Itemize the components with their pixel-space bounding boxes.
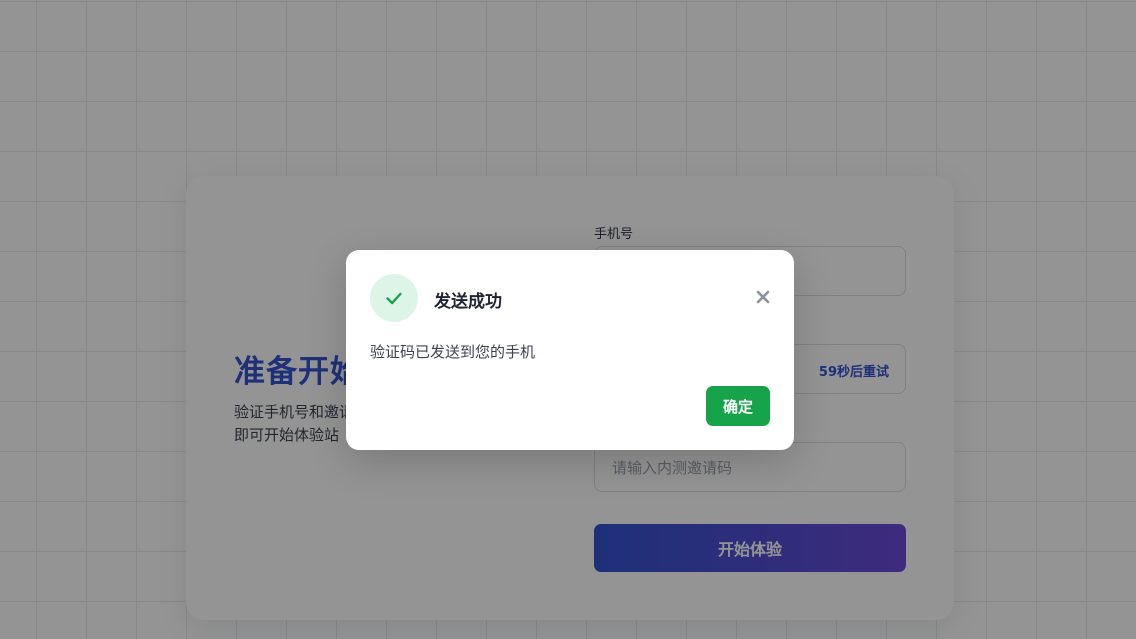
success-status-badge: [370, 274, 418, 322]
checkmark-icon: [386, 292, 402, 305]
close-icon: [756, 290, 770, 304]
dialog-message: 验证码已发送到您的手机: [370, 343, 536, 361]
confirm-button[interactable]: 确定: [706, 386, 770, 426]
success-dialog: 发送成功 验证码已发送到您的手机 确定: [346, 250, 794, 450]
dialog-title: 发送成功: [434, 292, 502, 312]
close-button[interactable]: [752, 286, 774, 308]
